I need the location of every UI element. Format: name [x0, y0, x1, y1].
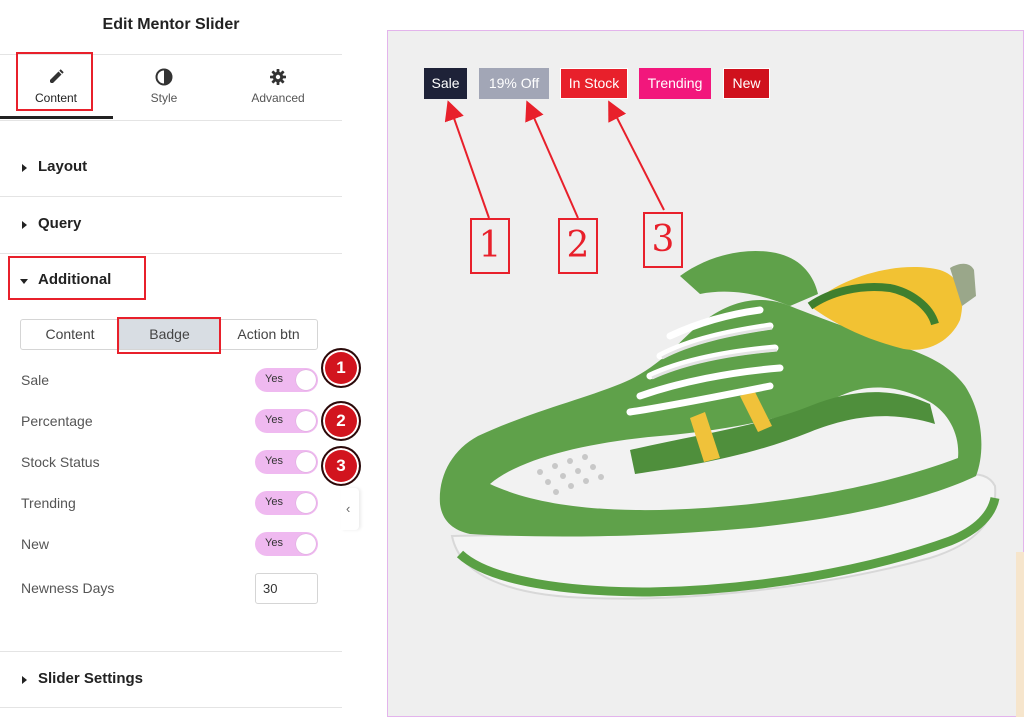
subtab-action-btn[interactable]: Action btn [220, 320, 317, 349]
percentage-label: Percentage [21, 413, 93, 429]
newness-days-label: Newness Days [21, 580, 115, 596]
editor-panel: Edit Mentor Slider Content Style Advance… [0, 0, 361, 717]
section-slider-settings-title: Slider Settings [38, 670, 144, 687]
sneaker-image [439, 250, 1000, 600]
toggle-state: Yes [265, 537, 283, 549]
new-label: New [21, 536, 50, 552]
active-tab-indicator [0, 116, 113, 119]
section-layout[interactable]: Layout [0, 140, 342, 196]
tab-advanced[interactable]: Advanced [222, 55, 334, 119]
contrast-icon [155, 68, 173, 86]
next-slide-edge [1016, 552, 1024, 717]
caret-right-icon [22, 221, 27, 229]
divider [0, 707, 342, 708]
newness-days-input[interactable]: 30 [255, 573, 318, 604]
new-toggle[interactable]: Yes [255, 532, 318, 556]
tab-style[interactable]: Style [108, 55, 220, 119]
panel-title: Edit Mentor Slider [102, 16, 240, 33]
tab-style-label: Style [150, 91, 178, 105]
stock-status-label: Stock Status [21, 454, 100, 470]
section-query[interactable]: Query [0, 197, 342, 253]
stock-status-toggle[interactable]: Yes [255, 450, 318, 474]
toggle-knob [296, 534, 316, 554]
caret-right-icon [22, 164, 27, 172]
section-additional-highlight [8, 256, 146, 300]
toggle-state: Yes [265, 496, 283, 508]
toggle-state: Yes [265, 373, 283, 385]
badge-trending: Trending [639, 68, 711, 99]
badge-new: New [723, 68, 770, 99]
badge-percentage: 19% Off [479, 68, 549, 99]
subtab-badge-highlight [117, 317, 221, 354]
tab-content-highlight [16, 52, 93, 111]
badge-stock: In Stock [560, 68, 628, 99]
gear-icon [270, 69, 286, 85]
collapse-panel-button[interactable]: ‹ [341, 488, 359, 530]
caret-right-icon [22, 676, 27, 684]
section-query-title: Query [38, 215, 82, 232]
sale-label: Sale [21, 372, 50, 388]
section-slider-settings[interactable]: Slider Settings [0, 652, 342, 708]
sale-toggle[interactable]: Yes [255, 368, 318, 392]
trending-label: Trending [21, 495, 76, 511]
subtab-content[interactable]: Content [21, 320, 119, 349]
section-layout-title: Layout [38, 158, 88, 175]
marker-3: 3 [321, 446, 361, 486]
toggle-knob [296, 411, 316, 431]
trending-toggle[interactable]: Yes [255, 491, 318, 515]
toggle-state: Yes [265, 455, 283, 467]
toggle-knob [296, 370, 316, 390]
toggle-state: Yes [265, 414, 283, 426]
toggle-knob [296, 493, 316, 513]
toggle-knob [296, 452, 316, 472]
marker-2: 2 [321, 401, 361, 441]
percentage-toggle[interactable]: Yes [255, 409, 318, 433]
tab-advanced-label: Advanced [251, 91, 305, 105]
divider [0, 120, 342, 121]
marker-1: 1 [321, 348, 361, 388]
chevron-left-icon: ‹ [346, 501, 351, 516]
badge-sale: Sale [424, 68, 467, 99]
